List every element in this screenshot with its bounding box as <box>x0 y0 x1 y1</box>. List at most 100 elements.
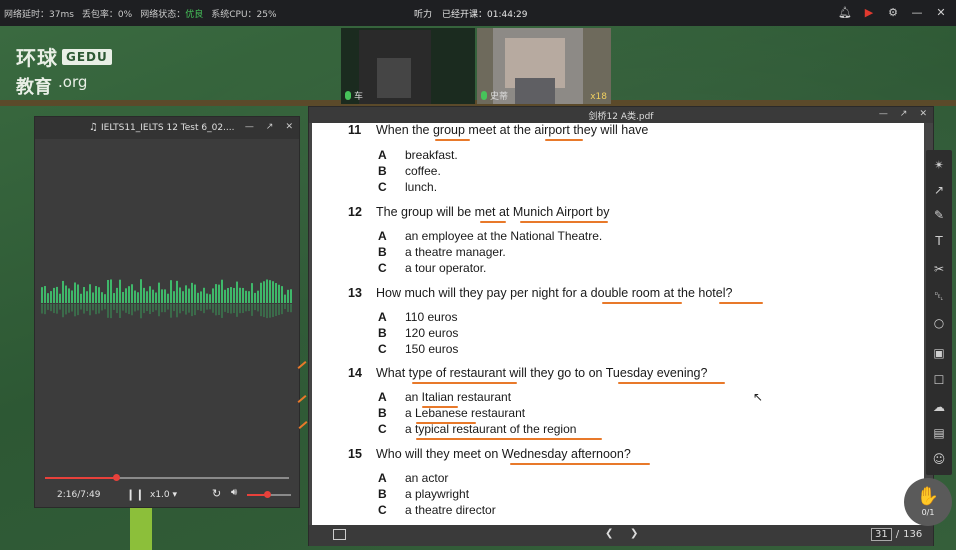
waveform-reflection <box>122 304 124 311</box>
board-decoration <box>130 508 152 550</box>
gedu-logo: 环球 GEDU 教育 .org <box>16 42 112 99</box>
pdf-page[interactable]: 11 When the group meet at the airport th… <box>312 123 924 525</box>
playback-timeline[interactable] <box>45 474 289 481</box>
minimize-icon[interactable]: — <box>245 122 254 132</box>
page-number-input[interactable]: 31 <box>871 528 892 541</box>
sidebar-toggle-icon[interactable] <box>333 529 346 540</box>
audio-player-window[interactable]: ♫ IELTS11_IELTS 12 Test 6_02.... — ↗ ✕ 2… <box>34 116 300 508</box>
waveform-bar <box>71 290 73 303</box>
player-titlebar[interactable]: ♫ IELTS11_IELTS 12 Test 6_02.... — ↗ ✕ <box>35 117 299 139</box>
close-icon[interactable]: ✕ <box>934 5 948 19</box>
raise-hand-button[interactable]: ✋ 0/1 <box>904 478 952 526</box>
net-state-value: 优良 <box>185 10 204 20</box>
annotation-underline <box>545 139 583 141</box>
raise-hand-count: 0/1 <box>921 507 935 517</box>
waveform-reflection <box>44 304 46 315</box>
select-arrow-icon[interactable]: ↗ <box>926 179 952 201</box>
question-number: 11 <box>348 123 362 137</box>
whiteboard-icon[interactable]: ▣ <box>926 342 952 364</box>
timeline-progress <box>45 477 116 479</box>
waveform-bar <box>173 291 175 303</box>
waveform-reflection <box>194 304 196 316</box>
waveform-bar <box>143 287 145 303</box>
scissors-icon[interactable]: ✂ <box>926 258 952 280</box>
toolbox-icon[interactable]: ▤ <box>926 422 952 444</box>
gear-icon[interactable]: ⚙ <box>886 5 900 19</box>
waveform-reflection <box>80 304 82 310</box>
waveform-bar <box>77 284 79 303</box>
loop-icon[interactable]: ↻ <box>212 487 221 500</box>
text-tool-icon[interactable]: T <box>926 230 952 252</box>
option-row: Clunch. <box>378 180 438 194</box>
class-timer: 已经开课：01:44:29 <box>442 10 528 20</box>
eraser-icon[interactable]: ○ <box>926 312 952 334</box>
minimize-icon[interactable]: — <box>910 5 924 19</box>
option-row: Ba Lebanese restaurant <box>378 406 526 420</box>
expand-icon[interactable]: ↗ <box>900 109 908 119</box>
waveform-bar <box>275 283 277 303</box>
expand-icon[interactable]: ↗ <box>266 122 274 132</box>
waveform-bar <box>266 279 268 303</box>
annotation-underline <box>510 463 650 465</box>
waveform-reflection <box>164 304 166 313</box>
record-icon[interactable]: ▶ <box>862 5 876 19</box>
waveform-bar <box>113 293 115 303</box>
minimize-icon[interactable]: — <box>879 109 888 119</box>
waveform-reflection <box>92 304 94 311</box>
waveform-reflection <box>170 304 172 318</box>
waveform-reflection <box>215 304 217 316</box>
waveform-reflection <box>68 304 70 313</box>
next-page-button[interactable]: ❯ <box>630 528 638 539</box>
trash-icon[interactable]: ␡ <box>926 285 952 307</box>
waveform-bar <box>119 279 121 303</box>
option-row: Ca theatre director <box>378 503 496 517</box>
close-icon[interactable]: ✕ <box>919 109 927 119</box>
waveform-reflection <box>56 304 58 314</box>
pause-button[interactable]: ❙❙ <box>126 488 144 501</box>
waveform-reflection <box>41 304 43 314</box>
waveform-reflection <box>110 304 112 319</box>
waveform-bar <box>50 291 52 303</box>
chat-icon[interactable]: ☐ <box>926 369 952 391</box>
waveform-bar <box>161 289 163 303</box>
waveform-bar <box>80 293 82 303</box>
network-stats: 网络延时：37ms 丢包率：0% 网络状态：优良 系统CPU：25% <box>4 7 277 20</box>
waveform-reflection <box>254 304 256 311</box>
close-icon[interactable]: ✕ <box>285 122 293 132</box>
option-row: Aan Italian restaurant <box>378 390 512 404</box>
pdf-titlebar[interactable]: 剑桥12 A类.pdf — ↗ ✕ <box>309 107 933 123</box>
latency-text: 网络延时：37ms <box>4 10 74 20</box>
laser-pointer-icon[interactable]: ✴ <box>926 154 952 176</box>
pen-icon[interactable]: ✎ <box>926 204 952 226</box>
volume-knob[interactable] <box>263 491 271 498</box>
bell-icon[interactable]: 🔔︎ <box>838 5 852 19</box>
page-indicator: 31 / 136 <box>871 528 922 541</box>
waveform-reflection <box>182 304 184 312</box>
cloud-icon[interactable]: ☁ <box>926 396 952 418</box>
prev-page-button[interactable]: ❮ <box>605 528 613 539</box>
waveform-reflection <box>101 304 103 311</box>
question-text: What type of restaurant will they go to … <box>376 366 708 380</box>
waveform-bar <box>68 288 70 303</box>
option-row: Abreakfast. <box>378 148 458 162</box>
users-icon[interactable]: ☺ <box>926 448 952 470</box>
waveform-reflection <box>152 304 154 312</box>
waveform-reflection <box>272 304 274 318</box>
waveform-bar <box>242 287 244 303</box>
waveform-bar <box>107 279 109 303</box>
waveform-reflection <box>98 304 100 314</box>
waveform-bar <box>236 281 238 303</box>
video-tile-2[interactable]: 史蒂 x18 <box>477 28 611 104</box>
speed-selector[interactable]: x1.0 ▾ <box>150 490 177 500</box>
waveform-reflection <box>230 304 232 314</box>
waveform-reflection <box>173 304 175 312</box>
waveform-bar <box>185 285 187 303</box>
volume-slider[interactable] <box>247 491 291 498</box>
video-tile-1[interactable]: 车 <box>341 28 475 104</box>
waveform-reflection <box>146 304 148 312</box>
volume-icon[interactable]: 🔊︎ <box>231 487 237 498</box>
waveform-bar <box>128 286 130 303</box>
waveform-bar <box>260 282 262 303</box>
pdf-viewer-window[interactable]: 剑桥12 A类.pdf — ↗ ✕ 11 When the group meet… <box>308 106 934 546</box>
timeline-knob[interactable] <box>112 474 120 481</box>
